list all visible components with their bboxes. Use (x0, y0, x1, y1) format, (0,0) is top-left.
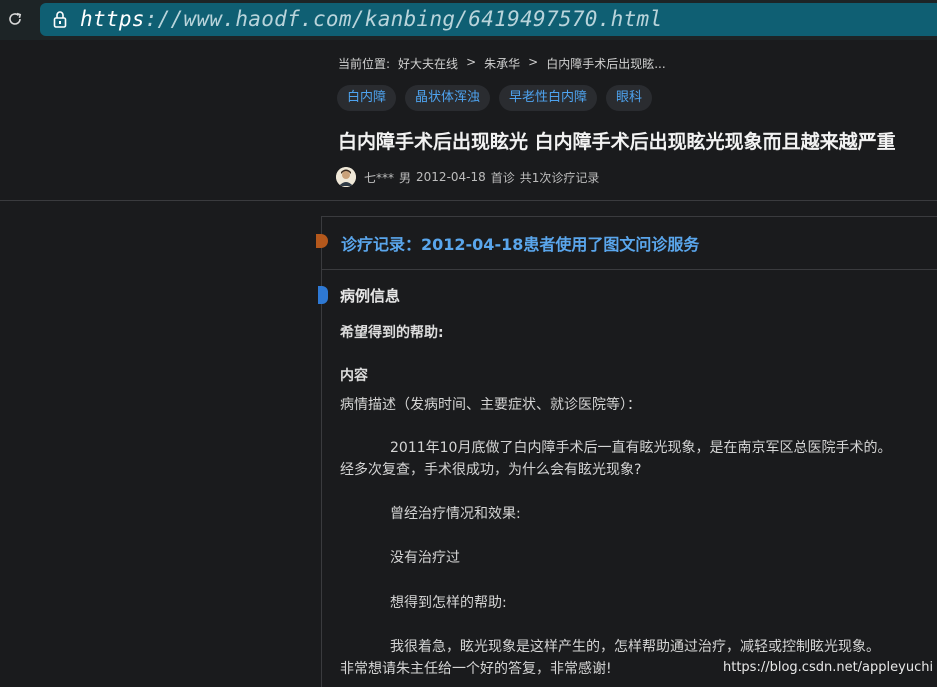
section-title: 病例信息 (340, 287, 401, 305)
treatment-label: 曾经治疗情况和效果: (390, 506, 521, 522)
tag-list: 白内障 晶状体浑浊 早老性白内障 眼科 (337, 85, 653, 111)
url-text[interactable]: https://www.haodf.com/kanbing/6419497570… (80, 3, 662, 36)
patient-meta: 七*** 男 2012-04-18 首诊 共1次诊疗记录 (336, 167, 604, 187)
visit-type: 首诊 (490, 170, 515, 185)
wish-label: 想得到怎样的帮助: (390, 595, 507, 611)
tag-cataract[interactable]: 白内障 (337, 85, 397, 111)
treatment-value: 没有治疗过 (390, 550, 460, 566)
tag-presenile-cataract[interactable]: 早老性白内障 (499, 85, 598, 111)
breadcrumb-item-doctor[interactable]: 朱承华 (484, 55, 520, 72)
description-line-2: 经多次复查，手术很成功，为什么会有眩光现象? (340, 462, 642, 478)
record-count: 共1次诊疗记录 (519, 170, 600, 185)
record-divider (322, 269, 937, 270)
description-label: 病情描述（发病时间、主要症状、就诊医院等）： (340, 397, 641, 413)
url-scheme: https (80, 7, 145, 31)
url-path: ://www.haodf.com/kanbing/6419497570.html (144, 7, 663, 31)
browser-toolbar: https://www.haodf.com/kanbing/6419497570… (0, 0, 937, 40)
page-title: 白内障手术后出现眩光 白内障手术后出现眩光现象而且越来越严重 (338, 131, 896, 153)
breadcrumb-separator: > (528, 55, 539, 69)
section-marker (318, 286, 328, 304)
patient-gender: 男 (399, 170, 412, 185)
breadcrumb-prefix: 当前位置: (338, 57, 391, 71)
record-title: 诊疗记录：2012-04-18患者使用了图文问诊服务 (341, 235, 700, 254)
wish-line-1: 我很着急，眩光现象是这样产生的，怎样帮助通过治疗，减轻或控制眩光现象。 (390, 639, 880, 655)
breadcrumb-item-current: 白内障手术后出现眩... (546, 57, 666, 71)
header-divider (0, 200, 937, 201)
watermark: https://blog.csdn.net/appleyuchi (723, 660, 934, 675)
tag-lens-opacity[interactable]: 晶状体浑浊 (405, 85, 491, 111)
breadcrumb-separator: > (466, 55, 477, 69)
description-line-1: 2011年10月底做了白内障手术后一直有眩光现象，是在南京军区总医院手术的。 (390, 440, 892, 456)
breadcrumb-item-home[interactable]: 好大夫在线 (398, 55, 458, 72)
tag-ophthalmology[interactable]: 眼科 (606, 85, 653, 111)
reload-icon[interactable] (4, 8, 26, 30)
wish-line-2: 非常想请朱主任给一个好的答复，非常感谢! (340, 661, 612, 677)
lock-icon[interactable] (53, 10, 67, 28)
content-label: 内容 (340, 368, 368, 384)
visit-date: 2012-04-18 (416, 170, 486, 184)
avatar (336, 167, 356, 187)
help-label: 希望得到的帮助: (340, 325, 444, 341)
breadcrumb: 当前位置: 好大夫在线 > 朱承华 > 白内障手术后出现眩... (338, 55, 674, 72)
patient-name: 七*** (364, 170, 395, 185)
